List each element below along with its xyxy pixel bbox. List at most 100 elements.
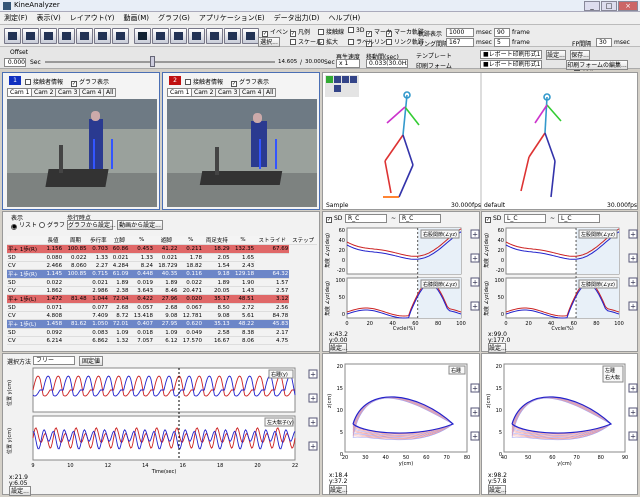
edit-icon[interactable] bbox=[76, 28, 93, 44]
calculator-icon[interactable] bbox=[112, 28, 129, 44]
fp-field[interactable]: 30 bbox=[596, 38, 612, 47]
step-back-icon[interactable] bbox=[188, 28, 205, 44]
angle-left-select-2[interactable]: R_C bbox=[399, 214, 441, 223]
save-icon[interactable] bbox=[40, 28, 57, 44]
timeseries-chart[interactable]: 9 10 12 14 16 18 20 22 Time(sec) 位置 y(cm) 位置 y(cm)… bbox=[3, 366, 321, 474]
table-cell: 35.13 bbox=[203, 319, 231, 329]
camera-tab[interactable]: All bbox=[103, 88, 117, 97]
angle-left-sd-check[interactable]: ✓ SD bbox=[326, 215, 342, 223]
save-button[interactable]: 保存... bbox=[570, 50, 590, 60]
open-folder-icon[interactable] bbox=[22, 28, 39, 44]
method-select[interactable]: フリー bbox=[33, 356, 75, 365]
link-field[interactable]: 167 bbox=[446, 38, 474, 47]
angle-left-select-1[interactable]: R_C bbox=[345, 214, 387, 223]
chart-icon[interactable] bbox=[94, 28, 111, 44]
camera-tab[interactable]: Cam 1 bbox=[7, 88, 33, 97]
time-start-field[interactable]: 0.000 bbox=[4, 58, 26, 67]
camera-tab[interactable]: Cam 4 bbox=[79, 88, 105, 97]
edit-print-form-button[interactable]: 印刷フォームの編集... bbox=[566, 60, 628, 70]
menu-item[interactable]: 測定(F) bbox=[4, 12, 28, 24]
ts-settings-button[interactable]: 設定... bbox=[9, 486, 31, 496]
select-button[interactable]: 選択... bbox=[258, 37, 280, 47]
table-header-cell: % bbox=[129, 236, 154, 245]
table-cell: 1.43 bbox=[230, 286, 256, 295]
angle-xtick: 20 bbox=[525, 321, 531, 327]
list-radio[interactable]: ● リスト bbox=[11, 220, 37, 230]
trajectory-chart-left-heel[interactable]: 40 50 60 70 80 9020151050y(cm)z(cm)左踵右大転+++ bbox=[482, 354, 639, 484]
play-icon[interactable] bbox=[206, 28, 223, 44]
camera2-contact-check[interactable]: 接触者情報 bbox=[185, 77, 223, 86]
rewind-icon[interactable] bbox=[170, 28, 187, 44]
angle-chart-right[interactable]: 0 20 40 60 80 1006040200-20100500Cycle(%)角度 ∠… bbox=[323, 224, 481, 330]
camera-tab[interactable]: Cam 1 bbox=[167, 88, 193, 97]
menu-item[interactable]: 動画(M) bbox=[124, 12, 150, 24]
menu-item[interactable]: レイアウト(Y) bbox=[70, 12, 115, 24]
toolbar-check[interactable]: ✓ 凡例 bbox=[290, 27, 310, 37]
camera-tab[interactable]: All bbox=[263, 88, 277, 97]
angle-chart-left[interactable]: 0 20 40 60 80 1006040200-20100500Cycle(%)角度 ∠… bbox=[482, 224, 639, 330]
menu-item[interactable]: 表示(V) bbox=[37, 12, 61, 24]
table-cell: 1.33 bbox=[87, 253, 110, 262]
toolbar-check[interactable]: 3D bbox=[348, 27, 364, 34]
angle-right-sd-check[interactable]: ✓ SD bbox=[485, 215, 501, 223]
traj-field[interactable]: 1000 bbox=[446, 28, 474, 37]
stop-icon[interactable] bbox=[134, 28, 151, 44]
link-frames[interactable]: 5 bbox=[494, 38, 510, 47]
first-frame-icon[interactable] bbox=[152, 28, 169, 44]
table-cell: 平+ 1歩(L) bbox=[7, 319, 43, 329]
set-from-video-button[interactable]: 動画から設定... bbox=[117, 220, 163, 230]
minimize-icon[interactable]: _ bbox=[584, 1, 600, 11]
traj-xtick: 60 bbox=[423, 455, 429, 461]
camera2-graph-check[interactable]: ✓ グラフ表示 bbox=[231, 77, 269, 87]
forward-icon[interactable] bbox=[224, 28, 241, 44]
stick-figure-view[interactable] bbox=[323, 73, 639, 211]
settings-button[interactable]: 設定... bbox=[546, 50, 566, 60]
camera1-contact-check[interactable]: 接触者情報 bbox=[25, 77, 63, 86]
camera1-graph-check[interactable]: ✓ グラフ表示 bbox=[71, 77, 109, 87]
table-cell: 12.781 bbox=[178, 311, 203, 320]
traj-right-settings-button[interactable]: 設定... bbox=[488, 485, 507, 495]
link-label: リング間隔 bbox=[418, 41, 449, 48]
angle-right-settings-button[interactable]: 設定... bbox=[488, 343, 507, 353]
traj-frames[interactable]: 90 bbox=[494, 28, 510, 37]
graph-radio[interactable]: グラフ bbox=[39, 220, 65, 229]
menu-item[interactable]: グラフ(G) bbox=[158, 12, 190, 24]
angle-left-settings-button[interactable]: 設定... bbox=[329, 343, 348, 353]
traj-ytick: 10 bbox=[337, 408, 343, 414]
angle-right-select-2[interactable]: L_C bbox=[558, 214, 600, 223]
time-slider-track[interactable] bbox=[45, 61, 275, 63]
speed-select[interactable]: x 1 bbox=[336, 59, 360, 68]
camera-video-1[interactable] bbox=[7, 99, 157, 207]
toolbar-check[interactable]: スケール bbox=[290, 37, 322, 46]
time-slider-thumb[interactable] bbox=[150, 56, 155, 67]
angle-xtick: 80 bbox=[593, 321, 599, 327]
table-cell: 1.156 bbox=[42, 244, 64, 254]
camera-tab[interactable]: Cam 2 bbox=[191, 88, 217, 97]
close-icon[interactable]: × bbox=[618, 1, 638, 11]
plus-icon-glyph: + bbox=[630, 409, 636, 417]
move-select[interactable]: 0.033(30.0Hz) bbox=[366, 59, 408, 68]
toolbar-check[interactable]: 接触線 bbox=[318, 27, 344, 36]
print-form-select[interactable]: ■レポート印刷形式1 ▾ bbox=[480, 60, 542, 69]
camera-tab[interactable]: Cam 3 bbox=[55, 88, 81, 97]
camera-tab[interactable]: Cam 4 bbox=[239, 88, 265, 97]
set-from-graph-button[interactable]: グラフから設定... bbox=[67, 220, 116, 230]
print-icon[interactable] bbox=[58, 28, 75, 44]
menu-item[interactable]: ヘルプ(H) bbox=[329, 12, 361, 24]
menu-item[interactable]: アプリケーション(E) bbox=[199, 12, 265, 24]
maximize-icon[interactable]: □ bbox=[601, 1, 617, 11]
last-frame-icon[interactable] bbox=[242, 28, 259, 44]
new-file-icon[interactable] bbox=[4, 28, 21, 44]
traj-left-settings-button[interactable]: 設定... bbox=[329, 485, 348, 495]
angle-ytick-top: 60 bbox=[339, 228, 345, 234]
camera-video-2[interactable] bbox=[167, 99, 317, 207]
stick-figure-left bbox=[383, 91, 420, 198]
trajectory-chart-right-heel[interactable]: 20 30 40 50 60 70 8020151050y(cm)z(cm)右踵+++ bbox=[323, 354, 481, 484]
fixed-value-button[interactable]: 固定値 bbox=[79, 356, 103, 366]
camera-tab[interactable]: Cam 3 bbox=[215, 88, 241, 97]
template-select[interactable]: ■レポート印刷形式1 ▾ bbox=[480, 50, 542, 59]
menu-item[interactable]: データ出力(D) bbox=[274, 12, 320, 24]
camera-tab[interactable]: Cam 2 bbox=[31, 88, 57, 97]
table-cell: 0.021 bbox=[154, 253, 179, 262]
angle-right-select-1[interactable]: L_C bbox=[504, 214, 546, 223]
